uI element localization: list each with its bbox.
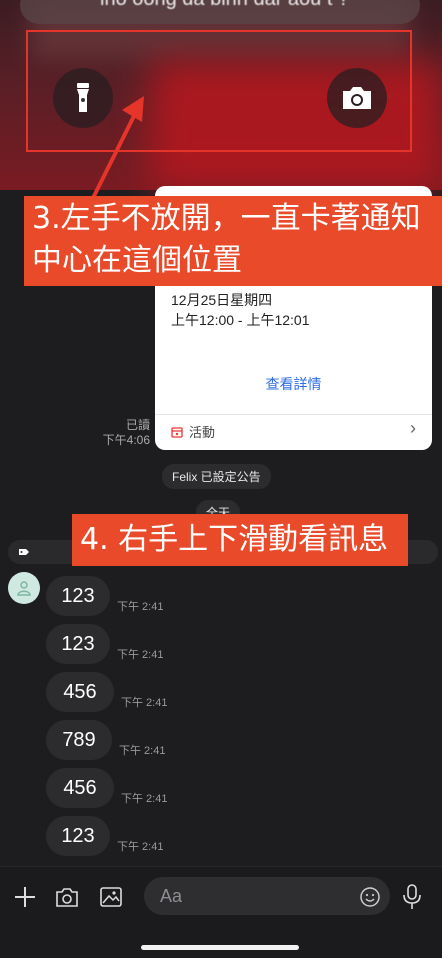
read-status: 已讀 — [125, 418, 150, 432]
image-icon — [100, 887, 122, 907]
message-time: 下午 2:41 — [117, 649, 164, 661]
home-indicator — [141, 945, 299, 950]
message-bubble[interactable]: 123 — [46, 816, 110, 856]
arrow-annotation — [90, 96, 144, 201]
microphone-icon — [403, 884, 421, 909]
announcement-chip: Felix 已設定公告 — [162, 464, 271, 489]
chevron-right-icon: › — [410, 418, 416, 438]
screen: lho oong da binn dar aou t ? 12月25日星期四 上… — [0, 0, 442, 958]
emoji-icon — [360, 887, 380, 907]
emoji-button[interactable] — [356, 883, 384, 911]
divider — [155, 414, 432, 415]
message-bubble[interactable]: 456 — [46, 672, 114, 712]
message-time: 下午 2:41 — [117, 601, 164, 613]
message-time: 下午 2:41 — [121, 793, 168, 805]
event-footer-label: 活動 — [189, 425, 216, 440]
annotation-step-3: 3.左手不放開，一直卡著通知中心在這個位置 — [24, 196, 442, 286]
camera-icon — [56, 888, 78, 907]
person-icon — [17, 581, 31, 596]
message-bubble[interactable]: 123 — [46, 576, 110, 616]
notification-banner[interactable]: lho oong da binn dar aou t ? — [20, 0, 420, 24]
annotation-step-4: 4. 右手上下滑動看訊息 — [72, 514, 408, 566]
read-receipt: 已讀 下午4:06 — [95, 418, 150, 448]
calendar-icon — [171, 426, 183, 438]
avatar[interactable] — [8, 572, 40, 604]
camera-button[interactable] — [53, 883, 81, 911]
message-time: 下午 2:41 — [117, 841, 164, 853]
message-input[interactable] — [144, 877, 390, 915]
message-bubble[interactable]: 123 — [46, 624, 110, 664]
plus-icon — [15, 887, 35, 907]
event-date: 12月25日星期四 — [171, 292, 273, 308]
message-time: 下午 2:41 — [119, 745, 166, 757]
photo-button[interactable] — [97, 883, 125, 911]
composer-bar — [0, 866, 442, 958]
add-button[interactable] — [11, 883, 39, 911]
voice-button[interactable] — [398, 883, 426, 911]
notification-text: lho oong da binn dar aou t ? — [100, 0, 349, 11]
tag-icon — [19, 549, 29, 555]
read-time: 下午4:06 — [102, 433, 150, 447]
message-bubble[interactable]: 456 — [46, 768, 114, 808]
event-footer[interactable]: 活動 — [171, 422, 215, 441]
message-bubble[interactable]: 789 — [46, 720, 112, 760]
view-details-link[interactable]: 查看詳情 — [155, 374, 432, 394]
event-time: 上午12:00 - 上午12:01 — [171, 312, 310, 328]
message-time: 下午 2:41 — [121, 697, 168, 709]
